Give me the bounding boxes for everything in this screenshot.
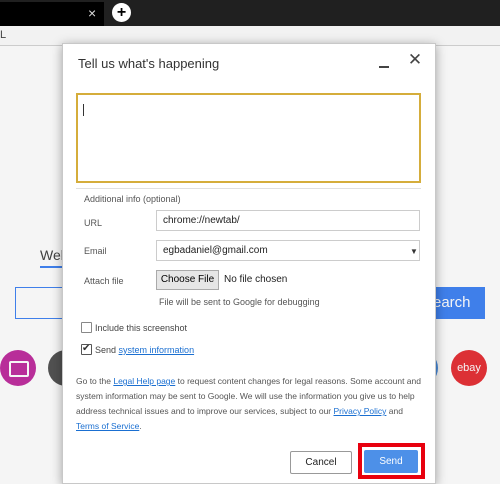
include-screenshot-label[interactable]: Include this screenshot — [95, 323, 187, 333]
browser-tab[interactable]: × — [0, 2, 104, 26]
address-text: L — [0, 29, 7, 41]
no-file-text: No file chosen — [224, 274, 288, 285]
legal-text-3: and — [388, 406, 403, 416]
additional-info-label: Additional info (optional) — [84, 194, 181, 204]
send-system-info-checkbox[interactable] — [81, 343, 92, 355]
new-tab-button[interactable]: + — [112, 3, 131, 22]
minimize-icon[interactable] — [377, 54, 391, 68]
tab-close-icon[interactable]: × — [88, 6, 96, 20]
tab-strip: × + — [0, 0, 500, 26]
text-caret — [83, 104, 84, 116]
legal-text-1: Go to the — [76, 376, 111, 386]
attach-file-label: Attach file — [84, 276, 124, 286]
send-button[interactable]: Send — [364, 450, 418, 473]
send-prefix: Send — [95, 345, 117, 355]
description-textarea[interactable] — [76, 93, 421, 183]
email-select[interactable]: egbadaniel@gmail.com — [156, 240, 420, 261]
divider — [76, 188, 421, 189]
legal-text: Go to the Legal Help page to request con… — [76, 374, 426, 434]
legal-text-4: . — [139, 421, 142, 431]
email-label: Email — [84, 246, 107, 256]
close-icon[interactable]: ✕ — [407, 51, 423, 68]
cancel-button[interactable]: Cancel — [290, 451, 352, 474]
privacy-policy-link[interactable]: Privacy Policy — [334, 406, 387, 416]
url-field[interactable]: chrome://newtab/ — [156, 210, 420, 231]
choose-file-button[interactable]: Choose File — [156, 270, 219, 290]
terms-of-service-link[interactable]: Terms of Service — [76, 421, 139, 431]
system-information-link[interactable]: system information — [119, 345, 195, 355]
url-label: URL — [84, 218, 103, 228]
chevron-down-icon[interactable]: ▼ — [410, 247, 418, 256]
email-value: egbadaniel@gmail.com — [163, 245, 268, 256]
include-screenshot-checkbox[interactable] — [81, 322, 92, 333]
debug-note: File will be sent to Google for debuggin… — [159, 297, 320, 307]
send-system-info-label: Send system information — [95, 345, 194, 355]
dialog-title: Tell us what's happening — [78, 56, 220, 71]
feedback-dialog: Tell us what's happening ✕ Additional in… — [62, 43, 436, 484]
legal-help-link[interactable]: Legal Help page — [113, 376, 175, 386]
